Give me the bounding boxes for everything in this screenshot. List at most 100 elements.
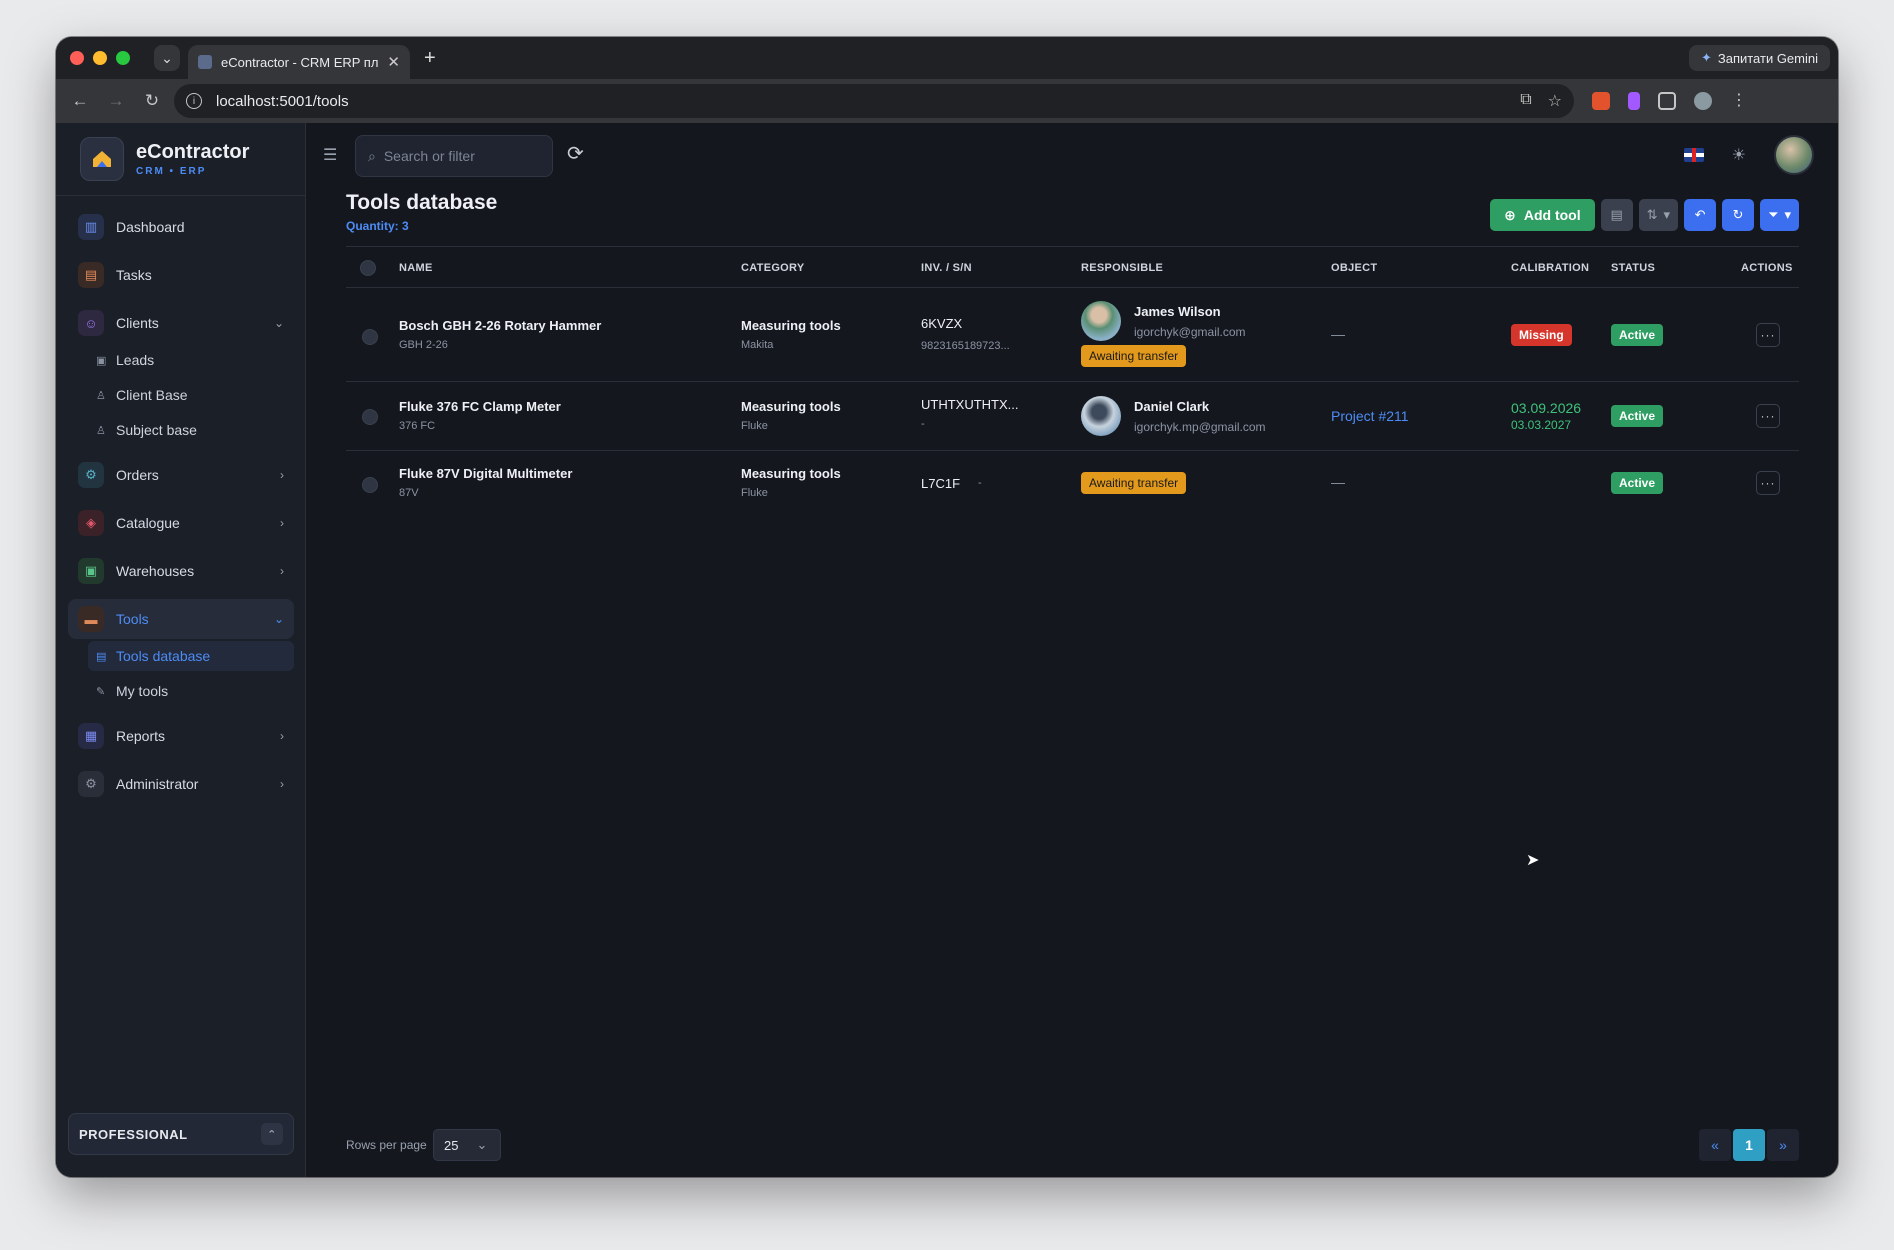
bookmark-star-icon[interactable]: ☆ xyxy=(1548,91,1562,111)
search-icon: ⌕ xyxy=(368,147,376,164)
category: Measuring tools xyxy=(741,318,841,333)
page-title: Tools database xyxy=(346,191,498,214)
page-number-button[interactable]: 1 xyxy=(1733,1129,1765,1161)
tool-model: GBH 2-26 xyxy=(399,339,448,351)
browser-tab[interactable]: eContractor - CRM ERP платф ✕ xyxy=(188,45,410,79)
forward-icon[interactable]: → xyxy=(98,91,134,111)
profile-icon[interactable] xyxy=(1694,92,1712,110)
tool-name[interactable]: Fluke 376 FC Clamp Meter xyxy=(399,399,561,414)
row-checkbox[interactable] xyxy=(362,477,378,493)
refresh-icon[interactable]: ⟳ xyxy=(567,141,584,166)
uk-flag-icon[interactable] xyxy=(1683,148,1704,162)
sidebar-subitem-my-tools[interactable]: ✎ My tools xyxy=(88,676,294,706)
users-icon: ☺ xyxy=(78,310,104,336)
user-avatar[interactable] xyxy=(1774,135,1814,175)
sidebar-item-tools[interactable]: ▬ Tools ⌄ xyxy=(68,599,294,639)
header-object[interactable]: OBJECT xyxy=(1331,262,1377,274)
theme-toggle-icon[interactable]: ☀ xyxy=(1732,145,1746,165)
extension-one-icon[interactable] xyxy=(1592,92,1610,110)
sidebar-subitem-leads[interactable]: ▣ Leads xyxy=(88,345,294,375)
row-checkbox[interactable] xyxy=(362,409,378,425)
sidebar-item-orders[interactable]: ⚙ Orders › xyxy=(68,455,294,495)
person-icon: ♙ xyxy=(96,424,106,437)
back-icon[interactable]: ← xyxy=(62,91,98,111)
warehouse-icon: ▣ xyxy=(78,558,104,584)
tool-name[interactable]: Fluke 87V Digital Multimeter xyxy=(399,466,572,481)
sidebar-item-reports[interactable]: ▦ Reports › xyxy=(68,716,294,756)
chevron-right-icon: › xyxy=(280,729,284,743)
close-window-button[interactable] xyxy=(70,51,84,65)
export-button[interactable]: ▤ xyxy=(1600,199,1633,231)
install-icon[interactable]: ⧉ xyxy=(1520,91,1531,111)
clients-submenu: ▣ Leads ♙ Client Base ♙ Subject base xyxy=(68,345,294,445)
columns-button[interactable]: ⇅ ▾ xyxy=(1638,199,1679,231)
header-responsible[interactable]: RESPONSIBLE xyxy=(1081,262,1163,274)
category: Measuring tools xyxy=(741,399,841,414)
extensions: ⋮ xyxy=(1592,92,1748,110)
sidebar-subitem-client-base[interactable]: ♙ Client Base xyxy=(88,380,294,410)
maximize-window-button[interactable] xyxy=(116,51,130,65)
site-info-icon[interactable]: i xyxy=(186,93,202,109)
row-checkbox[interactable] xyxy=(362,329,378,345)
header-status[interactable]: STATUS xyxy=(1611,262,1655,274)
undo-button[interactable]: ↶ xyxy=(1684,199,1717,231)
subitem-label: Leads xyxy=(116,352,155,368)
serial-number: 9823165189723... xyxy=(921,340,1010,352)
brand: Makita xyxy=(741,339,774,351)
subitem-label: Subject base xyxy=(116,422,197,438)
sidebar-subitem-subject-base[interactable]: ♙ Subject base xyxy=(88,415,294,445)
chevron-right-icon: › xyxy=(280,777,284,791)
sidebar-subitem-tools-database[interactable]: ▤ Tools database xyxy=(88,641,294,671)
responsible-name: Daniel Clark xyxy=(1134,399,1210,414)
plan-selector[interactable]: PROFESSIONAL ⌃ xyxy=(68,1113,294,1155)
sidebar-item-tasks[interactable]: ▤ Tasks xyxy=(68,255,294,295)
header-category[interactable]: CATEGORY xyxy=(741,262,805,274)
header-inv-sn[interactable]: INV. / S/N xyxy=(921,262,972,274)
menu-toggle-icon[interactable]: ☰ xyxy=(323,145,337,165)
row-actions-button[interactable]: ··· xyxy=(1756,323,1780,347)
table-header: NAME CATEGORY INV. / S/N RESPONSIBLE OBJ… xyxy=(346,246,1799,288)
sidebar-item-label: Administrator xyxy=(116,776,199,792)
reload-button[interactable]: ↻ xyxy=(1722,199,1755,231)
browser-window: ⌄ eContractor - CRM ERP платф ✕ + ✦ Запи… xyxy=(56,37,1838,1177)
sidebar-item-dashboard[interactable]: ▥ Dashboard xyxy=(68,207,294,247)
table-row[interactable]: Fluke 376 FC Clamp Meter 376 FC Measurin… xyxy=(346,382,1799,451)
page-header: Tools database Quantity: 3 xyxy=(346,191,497,233)
search-placeholder: Search or filter xyxy=(383,148,475,164)
figma-extension-icon[interactable] xyxy=(1628,92,1640,110)
sidebar-item-warehouses[interactable]: ▣ Warehouses › xyxy=(68,551,294,591)
gemini-button[interactable]: ✦ Запитати Gemini xyxy=(1688,45,1830,71)
kebab-menu-icon[interactable]: ⋮ xyxy=(1730,92,1748,110)
close-tab-icon[interactable]: ✕ xyxy=(387,53,400,71)
row-actions-button[interactable]: ··· xyxy=(1756,471,1780,495)
header-calibration[interactable]: CALIBRATION xyxy=(1511,262,1589,274)
sidebar-item-catalogue[interactable]: ◈ Catalogue › xyxy=(68,503,294,543)
table-row[interactable]: Bosch GBH 2-26 Rotary Hammer GBH 2-26 Me… xyxy=(346,288,1799,382)
prev-page-button[interactable]: « xyxy=(1699,1129,1731,1161)
sidebar-item-clients[interactable]: ☺ Clients ⌄ xyxy=(68,303,294,343)
select-all-checkbox[interactable] xyxy=(360,260,376,276)
header-name[interactable]: NAME xyxy=(399,262,433,274)
reload-icon[interactable]: ↻ xyxy=(134,91,170,111)
tool-model: 376 FC xyxy=(399,420,436,432)
sidebar-item-administrator[interactable]: ⚙ Administrator › xyxy=(68,764,294,804)
next-page-button[interactable]: » xyxy=(1767,1129,1799,1161)
table-row[interactable]: Fluke 87V Digital Multimeter 87V Measuri… xyxy=(346,451,1799,517)
add-tool-button[interactable]: ⊕ Add tool xyxy=(1490,199,1595,231)
category-cell: Measuring tools Fluke xyxy=(741,399,841,432)
rows-per-page-select[interactable]: 25 ⌄ xyxy=(433,1129,501,1161)
minimize-window-button[interactable] xyxy=(93,51,107,65)
tab-search-button[interactable]: ⌄ xyxy=(154,45,180,71)
chevron-up-icon[interactable]: ⌃ xyxy=(261,1123,283,1145)
brand[interactable]: eContractor CRM • ERP xyxy=(80,137,249,181)
row-actions-button[interactable]: ··· xyxy=(1756,404,1780,428)
object-link[interactable]: Project #211 xyxy=(1331,408,1409,424)
search-input[interactable]: ⌕ Search or filter xyxy=(355,135,553,177)
puzzle-icon[interactable] xyxy=(1658,92,1676,110)
url-field[interactable]: i localhost:5001/tools ⧉ ☆ xyxy=(174,84,1574,118)
filter-button[interactable]: ⏷ ▾ xyxy=(1760,199,1799,231)
new-tab-button[interactable]: + xyxy=(424,47,436,70)
tool-name[interactable]: Bosch GBH 2-26 Rotary Hammer xyxy=(399,318,601,333)
url-text: localhost:5001/tools xyxy=(216,92,349,110)
transfer-badge: Awaiting transfer xyxy=(1081,472,1187,494)
